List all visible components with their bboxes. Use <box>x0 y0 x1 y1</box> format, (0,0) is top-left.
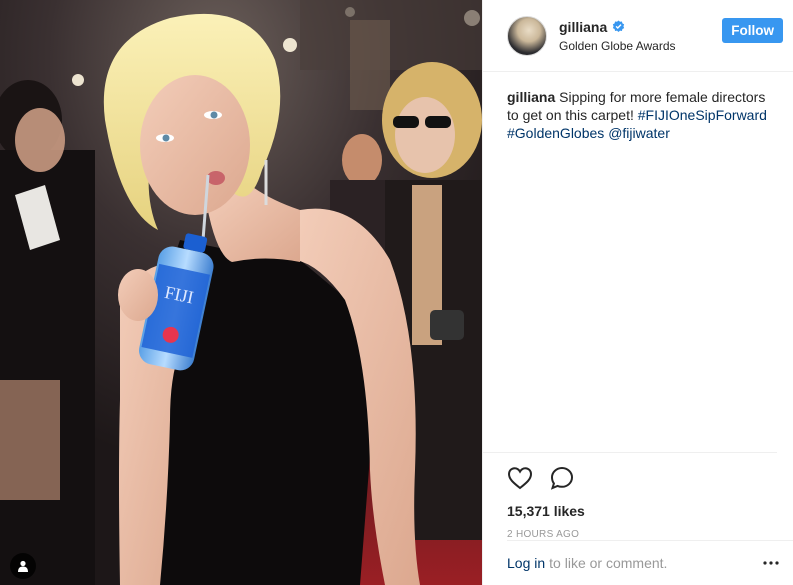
post-photo[interactable]: FIJI <box>0 0 482 585</box>
hashtag-fijionesipforward[interactable]: #FIJIOneSipForward <box>638 107 767 123</box>
login-bar: Log in to like or comment. <box>507 540 793 585</box>
comment-button[interactable] <box>549 465 575 491</box>
more-options-button[interactable] <box>763 561 779 565</box>
mention-fijiwater[interactable]: @fijiwater <box>608 125 670 141</box>
location-link[interactable]: Golden Globe Awards <box>559 39 722 53</box>
username-link[interactable]: gilliana <box>559 19 607 35</box>
post-actions: 15,371 likes 2 HOURS AGO <box>483 452 777 540</box>
user-tag-button[interactable] <box>10 553 36 579</box>
more-options-icon <box>763 561 779 565</box>
post-header: gilliana Golden Globe Awards Follow <box>483 0 793 72</box>
comment-icon <box>550 466 574 490</box>
post-sidebar: gilliana Golden Globe Awards Follow gill… <box>482 0 793 585</box>
user-tag-icon <box>18 560 28 572</box>
avatar[interactable] <box>507 15 547 56</box>
caption: gilliana Sipping for more female directo… <box>483 72 793 142</box>
action-icons <box>507 465 753 491</box>
hashtag-goldenglobes[interactable]: #GoldenGlobes <box>507 125 604 141</box>
heart-icon <box>507 467 533 490</box>
login-link[interactable]: Log in <box>507 555 545 571</box>
likes-count[interactable]: 15,371 likes <box>507 503 753 519</box>
username-row: gilliana <box>559 19 722 35</box>
like-button[interactable] <box>507 466 533 490</box>
post-timestamp: 2 HOURS AGO <box>507 529 580 540</box>
caption-username[interactable]: gilliana <box>507 89 555 105</box>
login-suffix: to like or comment. <box>549 555 668 571</box>
follow-button[interactable]: Follow <box>722 18 783 43</box>
verified-badge-icon <box>613 20 625 32</box>
header-text: gilliana Golden Globe Awards <box>559 19 722 53</box>
photo-illustration: FIJI <box>0 0 482 585</box>
